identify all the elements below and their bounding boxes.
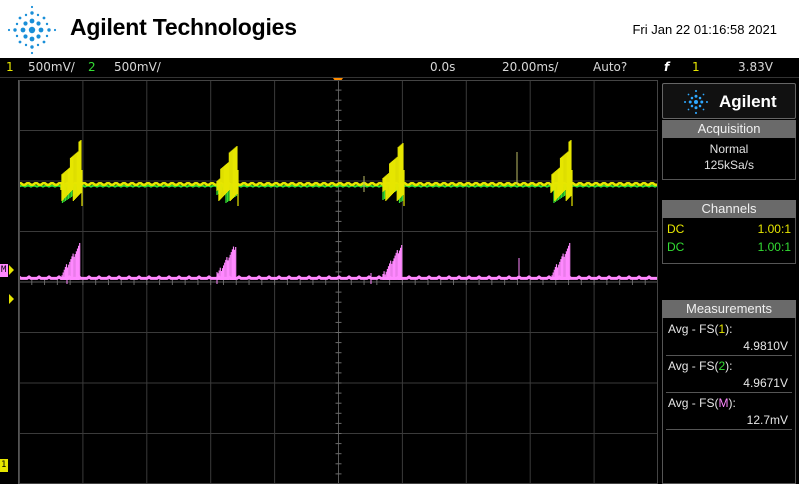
measurements-header[interactable]: Measurements <box>662 300 796 318</box>
trigger-mode[interactable]: Auto? <box>593 60 627 74</box>
ch2-coupling: DC <box>667 240 685 254</box>
trigger-source[interactable]: 1 <box>692 60 700 74</box>
acquisition-header[interactable]: Acquisition <box>662 120 796 138</box>
side-panel: Agilent Acquisition Normal 125kSa/s Chan… <box>659 80 799 484</box>
ch2-scale[interactable]: 500mV/ <box>114 60 161 74</box>
status-bar: 1 500mV/ 2 500mV/ 0.0s 20.00ms/ Auto? f … <box>0 58 799 78</box>
ch1-scale[interactable]: 500mV/ <box>28 60 75 74</box>
waveform-display[interactable] <box>18 80 658 484</box>
agilent-spark-logo-icon <box>7 5 57 55</box>
measurement-1-label: Avg - FS(1): <box>668 322 733 336</box>
waveform-graticule <box>19 80 658 484</box>
measurement-2-label: Avg - FS(2): <box>668 359 733 373</box>
marker-shapes <box>0 264 14 472</box>
ch1-coupling: DC <box>667 222 685 236</box>
channel-row-1[interactable]: DC 1.00:1 <box>663 220 795 238</box>
trigger-edge-icon: f <box>664 60 670 74</box>
ch2-number[interactable]: 2 <box>88 60 96 74</box>
measurement-3[interactable]: Avg - FS(M): 12.7mV <box>666 395 792 430</box>
math-marker-label[interactable]: M <box>1 265 6 275</box>
agilent-spark-small-icon <box>684 90 708 114</box>
ch2-probe: 1.00:1 <box>757 240 791 254</box>
trigger-level[interactable]: 3.83V <box>738 60 773 74</box>
channels-body[interactable]: DC 1.00:1 DC 1.00:1 <box>662 218 796 264</box>
ch1-probe: 1.00:1 <box>757 222 791 236</box>
ch1-number[interactable]: 1 <box>6 60 14 74</box>
channels-header[interactable]: Channels <box>662 200 796 218</box>
datetime: Fri Jan 22 01:16:58 2021 <box>632 22 777 37</box>
measurement-2[interactable]: Avg - FS(2): 4.9671V <box>666 358 792 393</box>
channel-row-2[interactable]: DC 1.00:1 <box>663 238 795 256</box>
panel-brand: Agilent <box>719 92 777 111</box>
acquisition-mode: Normal <box>709 142 749 156</box>
measurements-body[interactable]: Avg - FS(1): 4.9810V Avg - FS(2): 4.9671… <box>662 318 796 484</box>
sample-rate: 125kSa/s <box>703 158 755 172</box>
measurement-3-value: 12.7mV <box>746 413 788 427</box>
acquisition-body[interactable]: Normal 125kSa/s <box>662 138 796 180</box>
channel-markers: M 1 <box>0 80 18 484</box>
ch1-ground-arrow-icon <box>9 294 14 304</box>
measurement-1[interactable]: Avg - FS(1): 4.9810V <box>666 321 792 356</box>
measurement-2-value: 4.9671V <box>743 376 788 390</box>
measurement-3-label: Avg - FS(M): <box>668 396 736 410</box>
ch1-marker-label[interactable]: 1 <box>1 460 6 470</box>
status-divider <box>0 77 799 78</box>
brand-name: Agilent Technologies <box>70 14 297 40</box>
title-bar: Agilent Technologies Fri Jan 22 01:16:58… <box>0 0 799 58</box>
time-scale[interactable]: 20.00ms/ <box>502 60 558 74</box>
measurement-1-value: 4.9810V <box>743 339 788 353</box>
panel-logo: Agilent <box>662 83 796 119</box>
ch1-level-arrow-icon <box>9 265 14 275</box>
time-delay[interactable]: 0.0s <box>430 60 455 74</box>
